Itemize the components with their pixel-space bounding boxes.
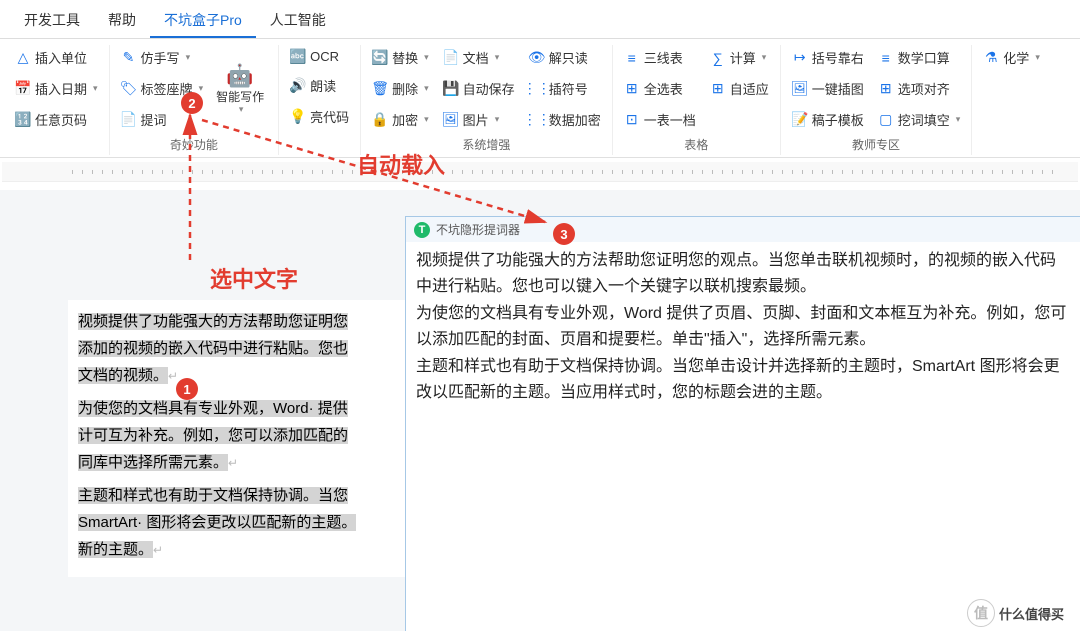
watermark-icon: 值 [967,599,995,627]
annotation-auto-load: 自动载入 [357,148,445,180]
watermark: 值 什么值得买 [967,599,1064,627]
annotation-badge-3: 3 [553,223,575,245]
annotation-badge-1: 1 [176,378,198,400]
annotation-arrows [0,0,1080,631]
annotation-select-text: 选中文字 [210,262,298,294]
annotation-badge-2: 2 [181,92,203,114]
watermark-text: 什么值得买 [999,604,1064,623]
